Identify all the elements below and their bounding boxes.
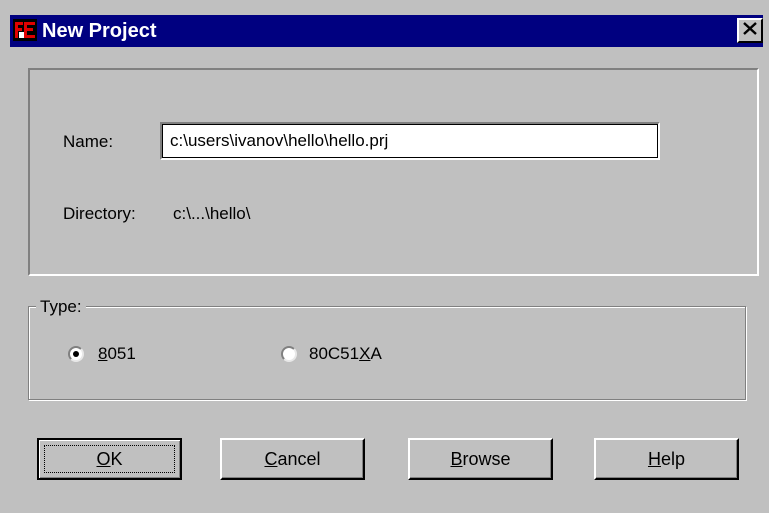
radio-8051[interactable] xyxy=(68,346,84,362)
radio-80c51xa[interactable] xyxy=(281,346,297,362)
type-group-legend: Type: xyxy=(36,297,86,317)
close-icon xyxy=(743,21,757,40)
title-bar[interactable]: New Project xyxy=(10,15,763,47)
new-project-dialog: New Project Name: Directory: c:\...\hell… xyxy=(0,0,769,513)
browse-button[interactable]: Browse xyxy=(408,438,553,480)
project-info-panel xyxy=(28,68,759,276)
name-input[interactable] xyxy=(160,122,660,160)
help-button[interactable]: Help xyxy=(594,438,739,480)
window-title: New Project xyxy=(42,20,157,42)
directory-value: c:\...\hello\ xyxy=(173,204,251,223)
name-label: Name: xyxy=(63,132,114,151)
app-logo-icon xyxy=(13,19,37,41)
radio-8051-label[interactable]: 8051 xyxy=(98,344,136,364)
close-button[interactable] xyxy=(737,18,763,43)
focus-ring xyxy=(44,445,175,473)
cancel-button[interactable]: Cancel xyxy=(220,438,365,480)
directory-label: Directory: xyxy=(63,204,136,223)
radio-80c51xa-label[interactable]: 80C51XA xyxy=(309,344,382,364)
radio-selected-dot xyxy=(73,351,79,357)
ok-button[interactable]: OK xyxy=(37,438,182,480)
